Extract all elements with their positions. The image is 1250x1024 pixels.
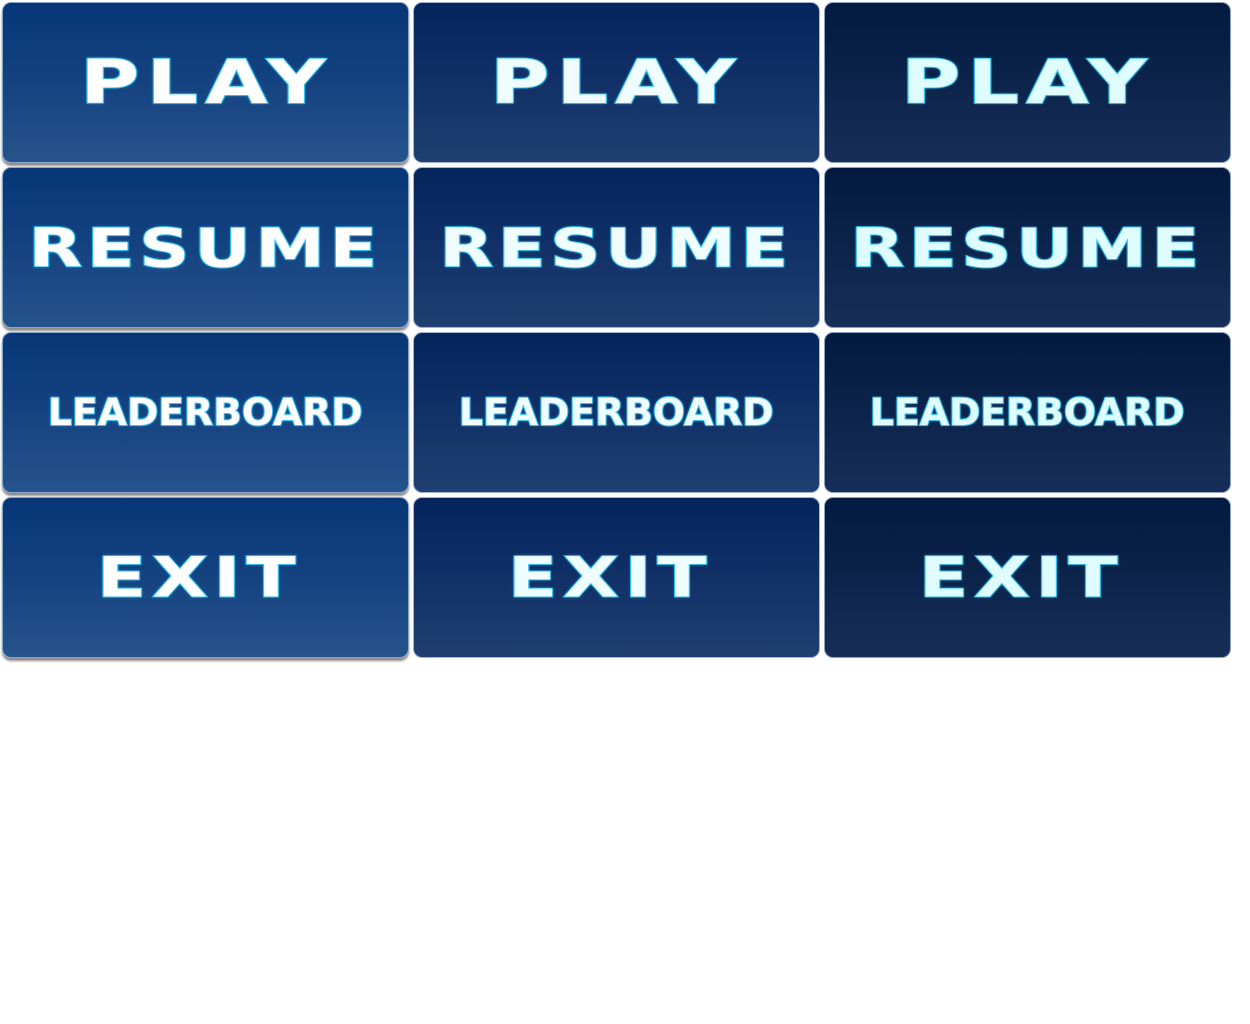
leaderboard-label: LEADERBOARD xyxy=(47,391,364,434)
play-button-pressed[interactable]: PLAY xyxy=(824,2,1231,163)
play-button-hover[interactable]: PLAY xyxy=(413,2,820,163)
button-sprite-sheet: PLAY RESUME LEADERBOARD EXIT PLAY RESUME… xyxy=(0,0,1250,1024)
leaderboard-label: LEADERBOARD xyxy=(869,391,1186,434)
play-label: PLAY xyxy=(900,46,1154,118)
resume-button-pressed[interactable]: RESUME xyxy=(824,167,1231,328)
exit-label: EXIT xyxy=(96,545,302,610)
resume-button-normal[interactable]: RESUME xyxy=(2,167,409,328)
exit-label: EXIT xyxy=(507,545,713,610)
leaderboard-button-hover[interactable]: LEADERBOARD xyxy=(413,332,820,493)
exit-label: EXIT xyxy=(918,545,1124,610)
exit-button-pressed[interactable]: EXIT xyxy=(824,497,1231,658)
play-label: PLAY xyxy=(79,46,333,118)
leaderboard-label: LEADERBOARD xyxy=(458,391,775,434)
resume-label: RESUME xyxy=(28,216,383,279)
play-label: PLAY xyxy=(489,46,743,118)
resume-label: RESUME xyxy=(439,216,794,279)
exit-button-normal[interactable]: EXIT xyxy=(2,497,409,658)
resume-button-hover[interactable]: RESUME xyxy=(413,167,820,328)
exit-button-hover[interactable]: EXIT xyxy=(413,497,820,658)
leaderboard-button-normal[interactable]: LEADERBOARD xyxy=(2,332,409,493)
resume-label: RESUME xyxy=(850,216,1205,279)
play-button-normal[interactable]: PLAY xyxy=(2,2,409,163)
leaderboard-button-pressed[interactable]: LEADERBOARD xyxy=(824,332,1231,493)
